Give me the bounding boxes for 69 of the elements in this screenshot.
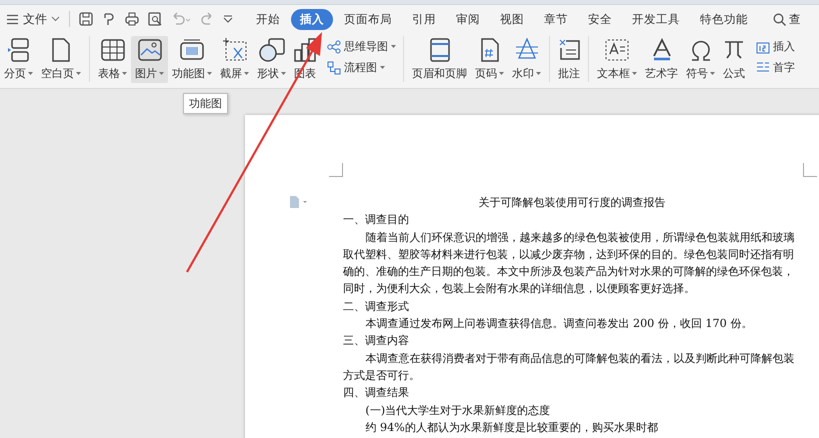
- word-art-icon: [650, 38, 672, 62]
- menu-tab[interactable]: 开发工具: [623, 8, 689, 30]
- paragraph: 约 94%的人都认为水果新鲜度是比较重要的，购买水果时都: [364, 420, 659, 436]
- text-box-icon: [605, 39, 629, 61]
- ribbon-button[interactable]: 符号: [682, 36, 719, 83]
- menu-tab[interactable]: 特色功能: [691, 8, 757, 30]
- ribbon-button[interactable]: 水印: [508, 36, 545, 83]
- paragraph: (一)当代大学生对于水果新鲜度的态度: [364, 402, 552, 419]
- search-button[interactable]: 查: [773, 12, 801, 26]
- shapes-icon: [258, 38, 284, 62]
- ribbon-button[interactable]: 流程图: [324, 59, 399, 76]
- print-icon[interactable]: [125, 12, 139, 26]
- mind-map-icon: [327, 40, 341, 54]
- table-icon: [100, 39, 124, 61]
- section-heading: 一、调查目的: [343, 212, 410, 228]
- section-heading: 二、调查形式: [343, 298, 410, 315]
- chevron-down-icon: [51, 16, 60, 22]
- menu-tab[interactable]: 审阅: [447, 8, 489, 30]
- number-box-icon: [756, 40, 770, 54]
- paragraph: 本调查意在获得消费者对于带有商品信息的可降解包装的看法，以及判断此种可降解包装方式是否可行。: [343, 350, 796, 384]
- ribbon-button[interactable]: 空白页: [37, 36, 85, 83]
- section-heading: 三、调查内容: [343, 333, 410, 350]
- blank-page-icon: [52, 38, 70, 62]
- menu-tab[interactable]: 开始: [247, 8, 289, 30]
- page-number-icon: [480, 38, 498, 62]
- ribbon-button[interactable]: 批注: [554, 36, 584, 83]
- tooltip: 功能图: [183, 93, 228, 114]
- paragraph: 随着当前人们环保意识的增强，越来越多的绿色包装被使用，所谓绿色包装就用纸和玻璃取代塑料、塑胶等材料来进行包装，以减少废弃物，达到环保的目的。绿色包装同时还指有明确的、准确的生产日期的包装。本文中所涉及包装产品为针对水果的可降解的绿色环保包装，同时，为便利大众，包装上会附有水果的详细信息，以便顾客更好选择。: [343, 230, 796, 298]
- ribbon-button[interactable]: 截屏: [216, 36, 253, 83]
- search-icon: [773, 12, 786, 26]
- screenshot-scissors-icon: [222, 38, 248, 62]
- customize-dropdown-icon[interactable]: [223, 14, 233, 24]
- flowchart-icon: [327, 60, 341, 74]
- ribbon-button[interactable]: 图片: [131, 36, 168, 83]
- bar-chart-icon: [294, 38, 316, 62]
- menu-tab[interactable]: 视图: [491, 8, 533, 30]
- margin-corner-mark: [803, 163, 817, 177]
- margin-corner-mark: [329, 163, 343, 177]
- pi-icon: [724, 40, 744, 60]
- file-menu-button[interactable]: 文件: [6, 10, 60, 28]
- comment-icon: [558, 38, 580, 62]
- menu-tab[interactable]: 引用: [403, 8, 445, 30]
- ribbon-button[interactable]: 文本框: [593, 36, 641, 83]
- drop-cap-icon: [756, 60, 770, 74]
- ribbon-button[interactable]: 分页: [0, 36, 37, 83]
- ribbon-button[interactable]: 表格: [94, 36, 131, 83]
- page-break-icon: [8, 38, 30, 62]
- section-heading: 四、调查结果: [343, 385, 410, 402]
- print-preview-icon[interactable]: [148, 12, 162, 26]
- picture-icon: [138, 39, 162, 61]
- ribbon-button[interactable]: 艺术字: [641, 36, 682, 83]
- paragraph: 本调查通过发布网上问卷调查获得信息。调查问卷发出 200 份，收回 170 份。: [364, 316, 754, 332]
- ribbon-button[interactable]: 插入: [753, 38, 798, 55]
- ribbon-button[interactable]: 思维导图: [324, 38, 399, 55]
- header-footer-icon: [430, 38, 450, 62]
- ribbon-button[interactable]: 页眉和页脚: [408, 36, 471, 83]
- menu-tab[interactable]: 页面布局: [335, 8, 401, 30]
- menu-tab[interactable]: 章节: [535, 8, 577, 30]
- barcode-card-icon: [179, 39, 205, 61]
- ribbon-button[interactable]: 公式: [719, 36, 749, 83]
- ribbon-button[interactable]: 首字: [753, 59, 798, 76]
- ribbon-button[interactable]: 页码: [471, 36, 508, 83]
- ribbon-button[interactable]: 形状: [253, 36, 290, 83]
- menu-tab[interactable]: 安全: [579, 8, 621, 30]
- ribbon-button[interactable]: 功能图: [168, 36, 216, 83]
- menu-tab[interactable]: 插入: [291, 8, 333, 30]
- document-title: 关于可降解包装使用可行度的调查报告: [478, 195, 666, 211]
- save-icon[interactable]: [79, 12, 93, 26]
- menu-icon: [6, 14, 19, 24]
